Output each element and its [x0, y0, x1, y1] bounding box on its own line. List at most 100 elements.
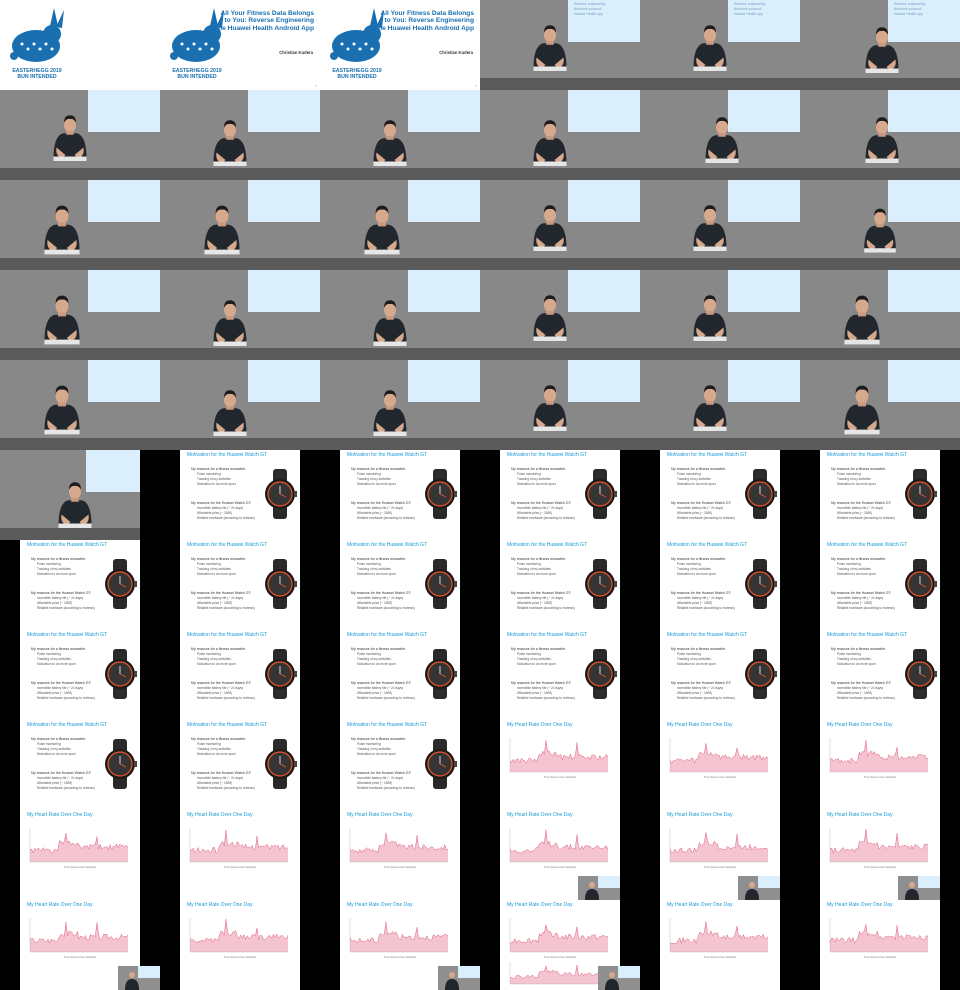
video-frame-thumbnail[interactable] — [480, 360, 640, 450]
video-frame-thumbnail[interactable] — [640, 360, 800, 450]
reason-item: Motivation to do more sport — [197, 662, 236, 666]
video-frame-thumbnail[interactable] — [800, 180, 960, 270]
watch-slide-title: Motivation for the Huawei Watch GT — [187, 452, 268, 458]
hr-x-axis-label: Time (hours since midnight) — [864, 776, 896, 779]
watch-reason-item: Reliable hardware (according to reviews) — [837, 606, 895, 610]
video-frame-thumbnail[interactable]: My Heart Rate Over One Day Time (hours si… — [480, 900, 640, 990]
video-frame-thumbnail[interactable] — [0, 90, 160, 180]
video-frame-thumbnail[interactable]: My Heart Rate Over One Day Time (hours si… — [320, 900, 480, 990]
video-frame-thumbnail[interactable] — [640, 90, 800, 180]
video-frame-thumbnail[interactable]: Motivation for the Huawei Watch GT My rea… — [160, 540, 320, 630]
projector-screen — [408, 90, 480, 132]
video-frame-thumbnail[interactable] — [640, 270, 800, 360]
watch-slide-title: Motivation for the Huawei Watch GT — [667, 632, 748, 638]
video-frame-thumbnail[interactable]: EASTERHEGG 2019 BUN INTENDED All Your Fitn… — [320, 0, 480, 90]
video-frame-thumbnail[interactable] — [480, 90, 640, 180]
hr-slide-title: My Heart Rate Over One Day — [187, 902, 253, 908]
video-frame-thumbnail[interactable]: Motivation for the Huawei Watch GT My rea… — [0, 540, 160, 630]
video-frame-thumbnail[interactable] — [320, 270, 480, 360]
video-frame-thumbnail[interactable]: Motivation for the Huawei Watch GT My rea… — [480, 540, 640, 630]
video-frame-thumbnail[interactable] — [640, 180, 800, 270]
video-frame-thumbnail[interactable]: My Heart Rate Over One Day Time (hours si… — [0, 810, 160, 900]
watch-slide-title: Motivation for the Huawei Watch GT — [667, 542, 748, 548]
video-frame-thumbnail[interactable] — [320, 90, 480, 180]
video-frame-thumbnail[interactable]: Reverse engineering Bluetooth protocol Hua… — [800, 0, 960, 90]
video-frame-thumbnail[interactable] — [160, 90, 320, 180]
video-frame-thumbnail[interactable] — [480, 180, 640, 270]
video-frame-thumbnail[interactable]: My Heart Rate Over One Day Time (hours si… — [320, 810, 480, 900]
video-frame-thumbnail[interactable]: Motivation for the Huawei Watch GT My rea… — [800, 630, 960, 720]
reason-item: Motivation to do more sport — [837, 572, 876, 576]
video-frame-thumbnail[interactable]: Motivation for the Huawei Watch GT My rea… — [160, 630, 320, 720]
video-frame-thumbnail[interactable]: Motivation for the Huawei Watch GT My rea… — [640, 450, 800, 540]
video-frame-thumbnail[interactable]: Motivation for the Huawei Watch GT My rea… — [0, 630, 160, 720]
projector-screen — [568, 270, 640, 312]
video-frame-thumbnail[interactable]: Motivation for the Huawei Watch GT My rea… — [640, 540, 800, 630]
projector-screen — [88, 270, 160, 312]
video-frame-thumbnail[interactable]: My Heart Rate Over One Day Time (hours si… — [0, 900, 160, 990]
speaker-picture-in-picture — [438, 966, 480, 990]
video-frame-thumbnail[interactable]: My Heart Rate Over One Day Time (hours si… — [640, 900, 800, 990]
video-frame-thumbnail[interactable]: Motivation for the Huawei Watch GT My rea… — [0, 720, 160, 810]
video-frame-thumbnail[interactable]: Motivation for the Huawei Watch GT My rea… — [320, 630, 480, 720]
video-frame-thumbnail[interactable] — [0, 450, 160, 540]
hr-x-axis-label: Time (hours since midnight) — [704, 776, 736, 779]
video-frame-thumbnail[interactable]: Motivation for the Huawei Watch GT My rea… — [160, 720, 320, 810]
watch-reason-item: Reliable hardware (according to reviews) — [197, 516, 255, 520]
video-frame-thumbnail[interactable]: My Heart Rate Over One Day Time (hours si… — [480, 810, 640, 900]
projector-screen — [568, 90, 640, 132]
watch-slide-title: Motivation for the Huawei Watch GT — [507, 542, 588, 548]
video-frame-thumbnail[interactable]: My Heart Rate Over One Day Time (hours si… — [480, 720, 640, 810]
watch-slide-title: Motivation for the Huawei Watch GT — [347, 722, 428, 728]
video-frame-thumbnail[interactable]: Reverse engineering Bluetooth protocol Hua… — [480, 0, 640, 90]
hr-x-axis-label: Time (hours since midnight) — [704, 956, 736, 959]
watch-reason-item: Reliable hardware (according to reviews) — [517, 606, 575, 610]
video-frame-thumbnail[interactable] — [800, 90, 960, 180]
video-frame-thumbnail[interactable] — [320, 360, 480, 450]
projector-screen — [728, 90, 800, 132]
video-frame-thumbnail[interactable] — [160, 180, 320, 270]
projector-text: Reverse engineering — [894, 2, 926, 6]
video-frame-thumbnail[interactable] — [0, 360, 160, 450]
reason-item: Motivation to do more sport — [197, 482, 236, 486]
video-frame-thumbnail[interactable]: Motivation for the Huawei Watch GT My rea… — [160, 450, 320, 540]
hr-x-axis-label: Time (hours since midnight) — [544, 776, 576, 779]
video-frame-thumbnail[interactable]: Motivation for the Huawei Watch GT My rea… — [800, 540, 960, 630]
video-frame-thumbnail[interactable]: Motivation for the Huawei Watch GT My rea… — [320, 450, 480, 540]
video-frame-thumbnail[interactable]: My Heart Rate Over One Day Time (hours si… — [640, 720, 800, 810]
video-frame-thumbnail[interactable]: Motivation for the Huawei Watch GT My rea… — [320, 720, 480, 810]
video-frame-thumbnail[interactable] — [480, 270, 640, 360]
projector-screen — [888, 270, 960, 312]
video-frame-thumbnail[interactable] — [800, 360, 960, 450]
video-frame-thumbnail[interactable]: My Heart Rate Over One Day Time (hours si… — [640, 810, 800, 900]
projector-text: Bluetooth protocol — [574, 7, 602, 11]
video-frame-thumbnail[interactable]: Motivation for the Huawei Watch GT My rea… — [320, 540, 480, 630]
video-frame-thumbnail[interactable] — [160, 360, 320, 450]
video-frame-thumbnail[interactable]: Motivation for the Huawei Watch GT My rea… — [480, 450, 640, 540]
reason-item: Motivation to do more sport — [197, 752, 236, 756]
reason-item: Motivation to do more sport — [37, 572, 76, 576]
video-frame-thumbnail[interactable]: Motivation for the Huawei Watch GT My rea… — [640, 630, 800, 720]
video-frame-thumbnail[interactable]: My Heart Rate Over One Day Time (hours si… — [160, 810, 320, 900]
video-frame-thumbnail[interactable] — [320, 180, 480, 270]
watch-slide-title: Motivation for the Huawei Watch GT — [507, 452, 588, 458]
video-frame-thumbnail[interactable] — [0, 270, 160, 360]
video-frame-thumbnail[interactable]: My Heart Rate Over One Day Time (hours si… — [800, 900, 960, 990]
video-frame-thumbnail[interactable]: Motivation for the Huawei Watch GT My rea… — [800, 450, 960, 540]
projector-screen — [88, 360, 160, 402]
video-frame-thumbnail[interactable]: My Heart Rate Over One Day Time (hours si… — [160, 900, 320, 990]
projector-screen — [728, 270, 800, 312]
projector-screen — [888, 180, 960, 222]
video-frame-thumbnail[interactable]: Reverse engineering Bluetooth protocol Hua… — [640, 0, 800, 90]
video-frame-thumbnail[interactable] — [160, 270, 320, 360]
video-frame-thumbnail[interactable]: EASTERHEGG 2019 BUN INTENDED — [0, 0, 160, 90]
video-frame-thumbnail[interactable]: EASTERHEGG 2019 BUN INTENDED All Your Fitn… — [160, 0, 320, 90]
video-frame-thumbnail[interactable]: My Heart Rate Over One Day Time (hours si… — [800, 720, 960, 810]
video-frame-thumbnail[interactable]: Motivation for the Huawei Watch GT My rea… — [480, 630, 640, 720]
watch-slide-title: Motivation for the Huawei Watch GT — [27, 722, 108, 728]
video-frame-thumbnail[interactable] — [800, 270, 960, 360]
hr-slide-title: My Heart Rate Over One Day — [667, 722, 733, 728]
video-frame-thumbnail[interactable] — [0, 180, 160, 270]
watch-reason-item: Reliable hardware (according to reviews) — [37, 786, 95, 790]
video-frame-thumbnail[interactable]: My Heart Rate Over One Day Time (hours si… — [800, 810, 960, 900]
